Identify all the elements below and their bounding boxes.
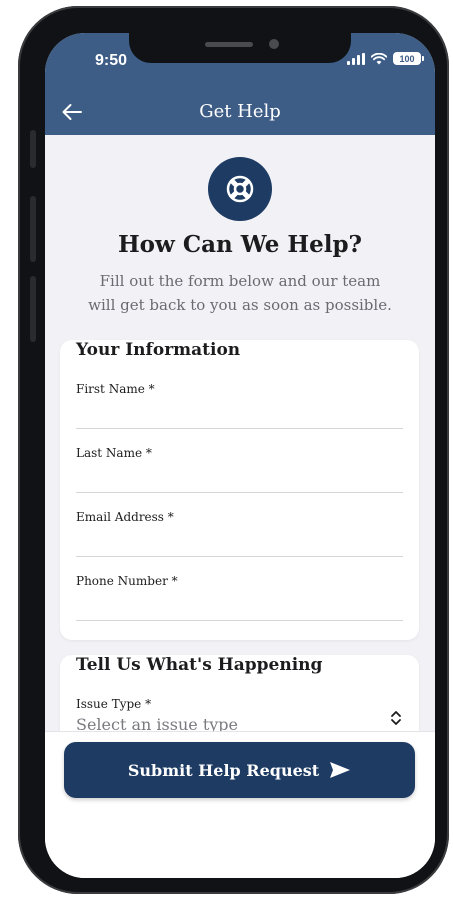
help-heading: How Can We Help? <box>117 231 363 258</box>
bottom-action-bar: Submit Help Request <box>45 731 435 878</box>
battery-icon: 100 <box>393 52 424 65</box>
lifebuoy-icon <box>208 157 272 221</box>
status-time: 9:50 <box>95 52 128 69</box>
status-icons: 100 <box>347 52 424 65</box>
last-name-input[interactable] <box>76 466 403 493</box>
submit-help-request-button[interactable]: Submit Help Request <box>64 742 415 798</box>
signal-icon <box>347 52 365 65</box>
notch <box>129 33 351 63</box>
lifebuoy-glyph <box>226 175 254 203</box>
last-name-field: Last Name * <box>76 446 403 502</box>
issue-type-label: Issue Type * <box>76 697 152 711</box>
first-name-input[interactable] <box>76 402 403 429</box>
send-icon <box>330 762 351 778</box>
header-bar: 9:50 100 Get Help <box>45 33 435 135</box>
mute-switch <box>30 130 36 168</box>
phone-field: Phone Number * <box>76 574 403 630</box>
chevron-up-down-icon <box>391 711 401 725</box>
phone-label: Phone Number * <box>76 574 178 588</box>
volume-down-button <box>30 276 36 342</box>
submit-label: Submit Help Request <box>127 760 320 780</box>
email-input[interactable] <box>76 530 403 557</box>
wifi-icon <box>371 52 387 64</box>
email-field: Email Address * <box>76 510 403 566</box>
your-information-title: Your Information <box>76 340 241 360</box>
help-subheading: Fill out the form below and our team wil… <box>88 272 392 314</box>
phone-input[interactable] <box>76 594 403 621</box>
app-screen: 9:50 100 Get Help How Can We Help? Fill … <box>45 33 435 878</box>
front-camera <box>269 39 279 49</box>
volume-up-button <box>30 196 36 262</box>
first-name-field: First Name * <box>76 382 403 438</box>
email-label: Email Address * <box>76 510 174 524</box>
last-name-label: Last Name * <box>76 446 152 460</box>
issue-section-title: Tell Us What's Happening <box>76 655 323 675</box>
speaker <box>205 42 253 47</box>
page-title: Get Help <box>199 101 281 122</box>
first-name-label: First Name * <box>76 382 155 396</box>
your-information-card: Your Information First Name * Last Name … <box>60 340 419 640</box>
